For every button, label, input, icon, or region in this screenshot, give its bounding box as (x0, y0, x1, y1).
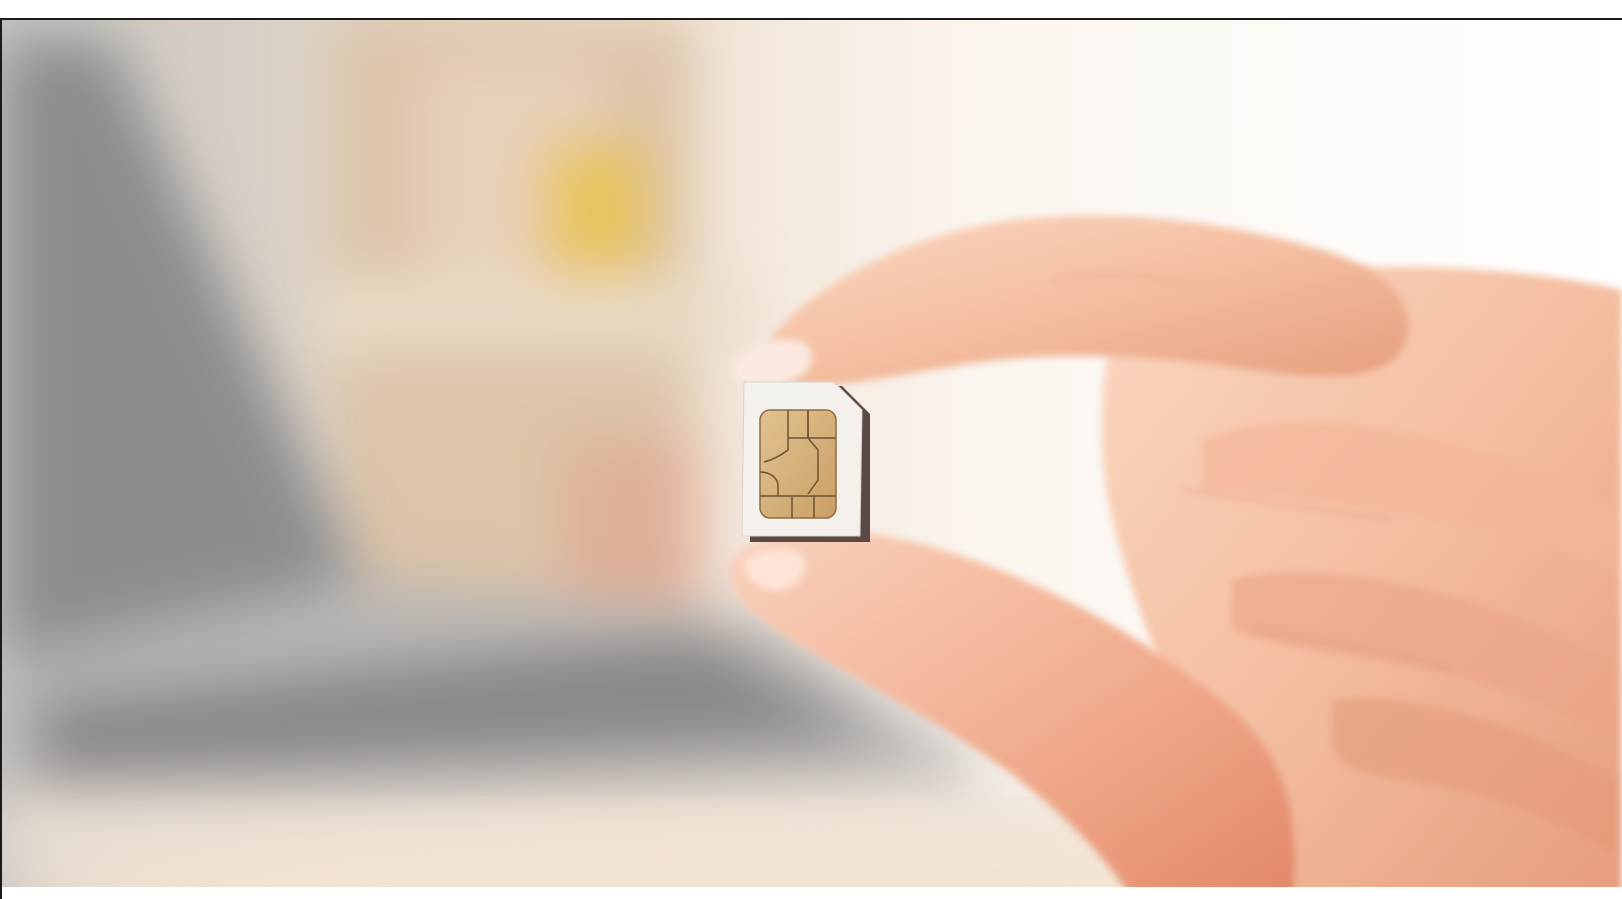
photo-frame (0, 18, 1622, 899)
blurred-shelf (322, 20, 742, 640)
sim-chip (759, 409, 837, 519)
photo-hand-holding-sim-card (2, 20, 1622, 899)
bottom-strip (2, 887, 1622, 899)
sim-card (741, 381, 870, 542)
